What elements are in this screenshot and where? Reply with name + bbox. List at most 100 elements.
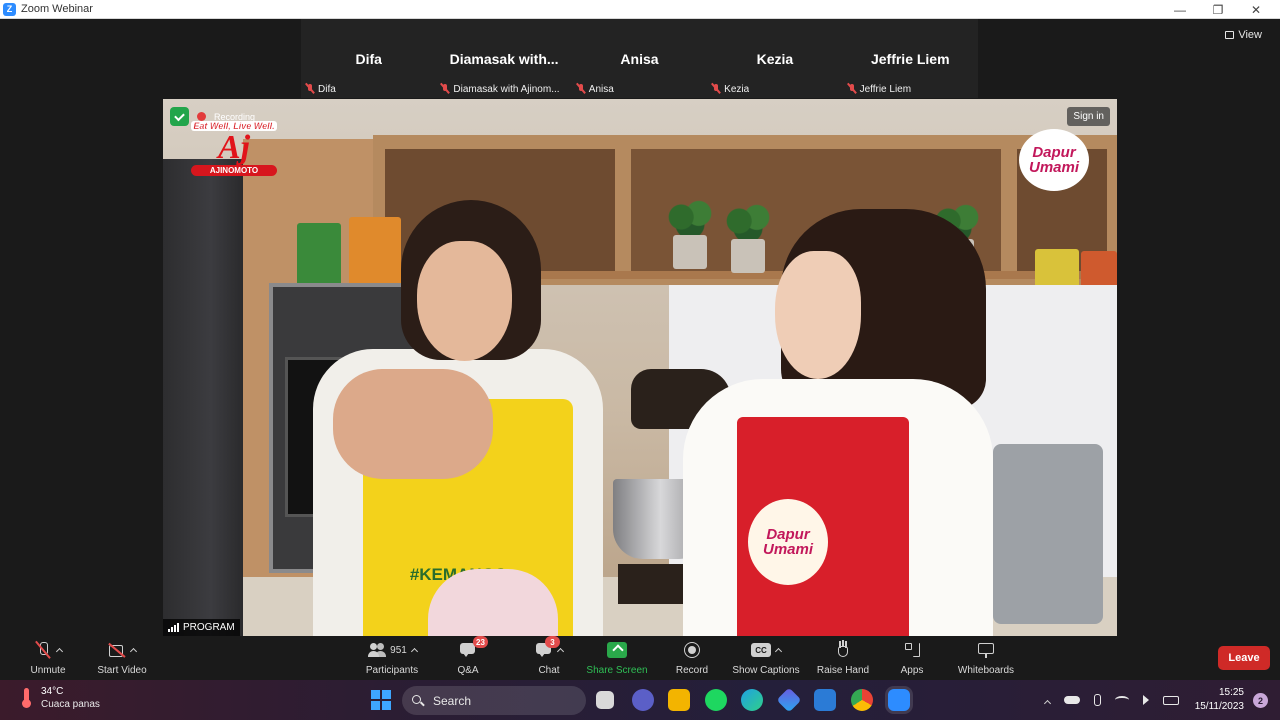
panelist-name-tag: Anisa [576, 81, 614, 97]
panelist-tile[interactable]: Anisa Anisa [572, 19, 707, 98]
teams-chat-icon[interactable] [632, 689, 654, 711]
meeting-stage: View Difa Difa Diamasak with... Diamasak… [0, 19, 1280, 636]
chat-button[interactable]: 3 Chat [526, 636, 572, 677]
meeting-toolbar: Unmute Start Video 951 Participants 23 Q… [0, 636, 1280, 680]
potted-plant [668, 199, 712, 269]
panelist-tile[interactable]: Difa Difa [301, 19, 436, 98]
toaster-oven [993, 444, 1103, 624]
panelist-name: Kezia [724, 83, 750, 95]
panelist-display-name: Diamasak with... [449, 51, 559, 67]
mic-muted-icon [440, 83, 450, 95]
microphone-muted-icon [34, 641, 52, 659]
chrome-icon[interactable] [851, 689, 873, 711]
panelist-tile[interactable]: Kezia Kezia [707, 19, 842, 98]
share-screen-button[interactable]: Share Screen [586, 639, 648, 677]
chevron-up-icon[interactable] [55, 647, 64, 656]
raise-hand-button[interactable]: Raise Hand [815, 639, 871, 677]
dapur-umami-logo: Dapur Umami [1019, 129, 1089, 191]
security-shield-icon[interactable] [170, 107, 189, 126]
close-button[interactable]: ✕ [1237, 0, 1275, 19]
chevron-up-icon[interactable] [1043, 699, 1052, 707]
panelist-display-name: Difa [355, 51, 382, 67]
media-app-icon[interactable] [776, 687, 802, 713]
apps-icon [903, 641, 921, 659]
qa-badge: 23 [473, 636, 488, 648]
participants-count: 951 [390, 644, 407, 656]
fridge [163, 159, 243, 636]
grid-view-icon [1225, 31, 1235, 39]
panelist-strip: Difa Difa Diamasak with... Diamasak with… [301, 19, 978, 98]
windows-taskbar: 34°C Cuaca panas Search 15:25 15/11/2023… [0, 680, 1280, 720]
panelist-tile[interactable]: Jeffrie Liem Jeffrie Liem [843, 19, 978, 98]
zoom-taskbar-icon[interactable] [888, 689, 910, 711]
qa-button[interactable]: 23 Q&A [452, 636, 488, 677]
panelist-name-tag: Difa [305, 81, 336, 97]
microphone-icon[interactable] [1094, 694, 1101, 706]
battery-icon[interactable] [1163, 695, 1179, 705]
notification-badge[interactable]: 2 [1253, 693, 1268, 708]
presenter-left-face [417, 241, 512, 361]
recording-label: Recording [214, 111, 256, 122]
share-screen-icon [607, 642, 627, 658]
system-tray [1043, 680, 1179, 720]
mail-icon[interactable] [814, 689, 836, 711]
sign-in-button[interactable]: Sign in [1067, 107, 1110, 126]
spotify-icon[interactable] [705, 689, 727, 711]
unmute-button[interactable]: Unmute [18, 639, 78, 677]
weather-widget[interactable]: 34°C Cuaca panas [18, 685, 100, 711]
wifi-icon[interactable] [1115, 696, 1129, 704]
presenter-right-face [775, 251, 861, 379]
window-title: Zoom Webinar [21, 3, 93, 15]
maximize-button[interactable]: ❐ [1199, 0, 1237, 19]
chevron-up-icon[interactable] [556, 647, 565, 656]
taskbar-search[interactable]: Search [402, 686, 586, 715]
panelist-name-tag: Kezia [711, 81, 749, 97]
panelist-display-name: Anisa [620, 51, 659, 67]
mic-muted-icon [711, 83, 721, 95]
view-button[interactable]: View [1219, 26, 1268, 44]
whiteboard-icon [977, 641, 995, 659]
minimize-button[interactable]: — [1161, 0, 1199, 19]
leave-button[interactable]: Leave [1218, 646, 1270, 670]
record-icon [683, 641, 701, 659]
product-pack [297, 223, 341, 291]
thermometer-icon [18, 687, 36, 709]
closed-captions-icon: CC [751, 643, 771, 657]
panelist-name-tag: Diamasak with Ajinom... [440, 81, 560, 97]
panelist-name: Jeffrie Liem [859, 83, 912, 95]
clock-time: 15:25 [1218, 687, 1244, 698]
windows-start-icon[interactable] [371, 690, 391, 710]
brand-name: AJINOMOTO [191, 165, 277, 176]
potted-plant [726, 203, 770, 273]
edge-icon[interactable] [741, 689, 763, 711]
presenter-left-hands [333, 369, 493, 479]
search-label: Search [433, 693, 472, 708]
search-icon [412, 694, 424, 707]
panelist-name-tag: Jeffrie Liem [847, 81, 912, 97]
speaker-icon[interactable] [1143, 695, 1149, 705]
chevron-up-icon[interactable] [410, 647, 418, 656]
mic-muted-icon [576, 83, 586, 95]
file-explorer-icon[interactable] [668, 689, 690, 711]
zoom-logo-icon: Z [3, 2, 16, 16]
panelist-tile[interactable]: Diamasak with... Diamasak with Ajinom... [436, 19, 571, 98]
participants-button[interactable]: 951 Participants [352, 639, 432, 677]
panelist-name: Anisa [588, 83, 614, 95]
task-view-icon[interactable] [596, 691, 614, 709]
panelist-name: Difa [318, 83, 336, 95]
gloves [428, 569, 558, 636]
taskbar-clock[interactable]: 15:25 15/11/2023 [1195, 686, 1244, 714]
apps-button[interactable]: Apps [896, 639, 928, 677]
chevron-up-icon[interactable] [129, 647, 138, 656]
chevron-up-icon[interactable] [774, 647, 783, 656]
window-titlebar: Z Zoom Webinar — ❐ ✕ [0, 0, 1280, 19]
record-button[interactable]: Record [674, 639, 710, 677]
onedrive-icon[interactable] [1064, 696, 1080, 704]
show-captions-button[interactable]: CC Show Captions [730, 639, 802, 677]
signal-bars-icon [168, 623, 179, 632]
main-video[interactable]: #KEMANGS Dapur Umami Recording Eat Well,… [163, 99, 1117, 636]
start-video-button[interactable]: Start Video [88, 639, 156, 677]
camera-off-icon [108, 641, 126, 659]
clock-date: 15/11/2023 [1194, 701, 1244, 712]
whiteboards-button[interactable]: Whiteboards [954, 639, 1018, 677]
